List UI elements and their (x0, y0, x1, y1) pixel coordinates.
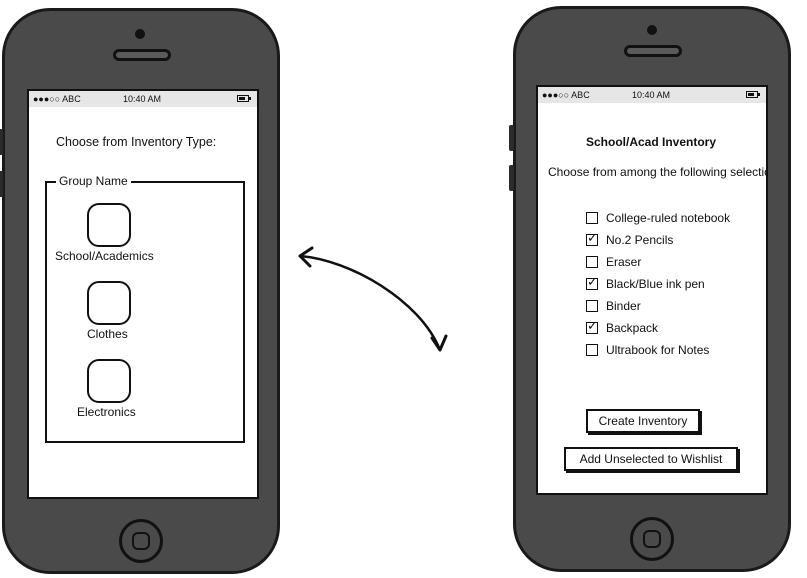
electronics-label[interactable]: Electronics (77, 405, 136, 419)
volume-button (509, 165, 514, 191)
item-label: Eraser (606, 255, 642, 269)
checkmark-icon: ✓ (587, 274, 598, 289)
signal-carrier: ●●●○○ ABC (542, 90, 590, 100)
selection-subtitle: Choose from among the following selectio… (548, 165, 768, 179)
checkbox[interactable] (586, 344, 598, 356)
home-button[interactable] (630, 517, 674, 561)
speaker-grille (113, 49, 171, 61)
item-label: Ultrabook for Notes (606, 343, 710, 357)
checkbox[interactable]: ✓ (586, 230, 598, 246)
signal-carrier: ●●●○○ ABC (33, 94, 81, 104)
group-name-label: Group Name (56, 174, 131, 188)
item-label: Black/Blue ink pen (606, 277, 705, 291)
checkmark-icon: ✓ (587, 230, 598, 245)
battery-icon (746, 91, 760, 98)
clothes-label[interactable]: Clothes (87, 327, 128, 341)
volume-button (0, 171, 3, 197)
volume-button (0, 129, 3, 155)
item-label: Binder (606, 299, 641, 313)
checkbox[interactable] (586, 256, 598, 268)
status-bar: ●●●○○ ABC 10:40 AM (538, 87, 766, 103)
page-title: School/Acad Inventory (586, 135, 717, 149)
left-screen: ●●●○○ ABC 10:40 AM Choose from Inventory… (27, 89, 259, 499)
checkbox[interactable] (586, 212, 598, 224)
right-phone-frame: ●●●○○ ABC 10:40 AM School/Acad Inventory… (509, 6, 791, 572)
add-to-wishlist-button[interactable]: Add Unselected to Wishlist (564, 447, 738, 471)
create-inventory-button[interactable]: Create Inventory (586, 409, 700, 433)
checkmark-icon: ✓ (587, 318, 598, 333)
camera-icon (135, 29, 145, 39)
checkbox[interactable] (586, 300, 598, 312)
checkbox[interactable]: ✓ (586, 274, 598, 290)
left-phone-frame: ●●●○○ ABC 10:40 AM Choose from Inventory… (0, 8, 280, 574)
group-box: Group Name School/Academics Clothes Elec… (45, 174, 245, 443)
item-label: Backpack (606, 321, 659, 335)
status-time: 10:40 AM (123, 94, 162, 104)
inventory-type-prompt: Choose from Inventory Type: (56, 135, 217, 149)
home-button[interactable] (119, 519, 163, 563)
speaker-grille (624, 45, 682, 57)
navigation-arrow-icon (298, 246, 448, 352)
electronics-icon-button[interactable] (87, 359, 131, 403)
clothes-icon-button[interactable] (87, 281, 131, 325)
status-time: 10:40 AM (632, 90, 671, 100)
right-screen: ●●●○○ ABC 10:40 AM School/Acad Inventory… (536, 85, 768, 495)
school-academics-label[interactable]: School/Academics (55, 249, 154, 263)
status-bar: ●●●○○ ABC 10:40 AM (29, 91, 257, 107)
camera-icon (647, 25, 657, 35)
item-label: College-ruled notebook (606, 211, 731, 225)
school-academics-icon-button[interactable] (87, 203, 131, 247)
item-label: No.2 Pencils (606, 233, 674, 247)
volume-button (509, 125, 514, 151)
battery-icon (237, 95, 251, 102)
checkbox[interactable]: ✓ (586, 318, 598, 334)
